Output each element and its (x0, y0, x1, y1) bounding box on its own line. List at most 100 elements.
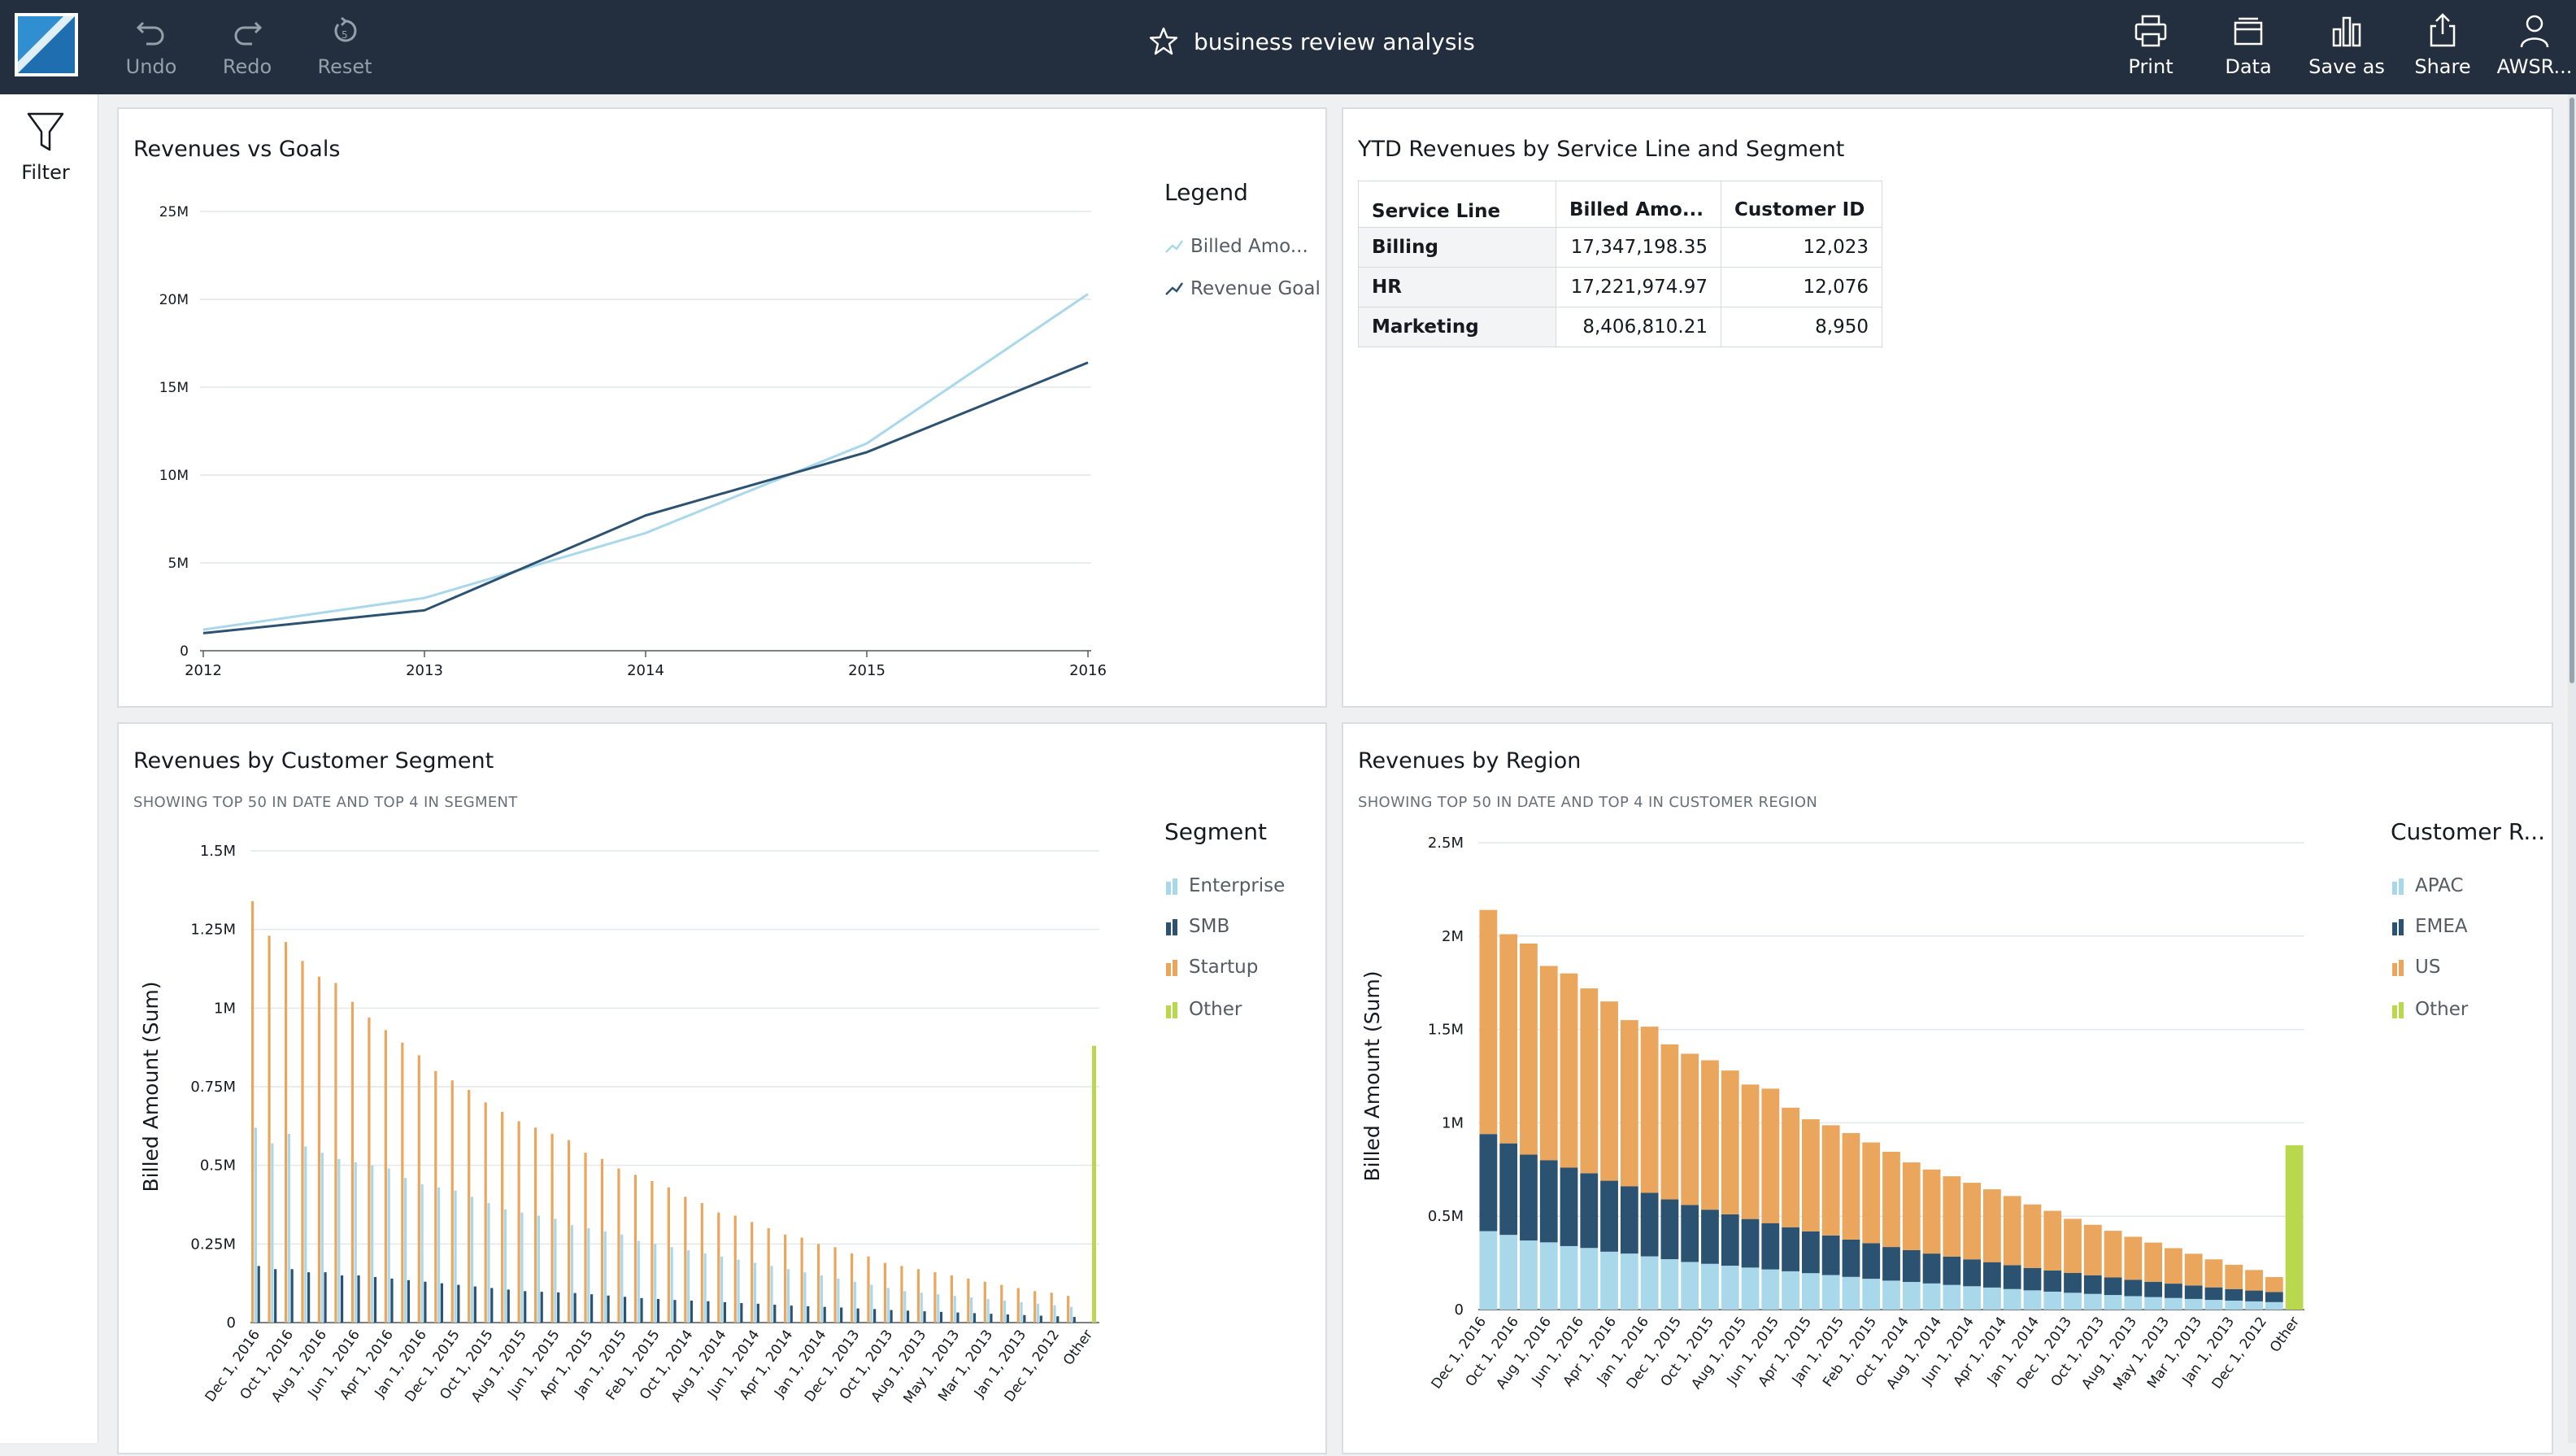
legend-item-revenue-goal[interactable]: Revenue Goal (1164, 278, 1321, 299)
y-tick-label: 0 (1455, 1301, 1464, 1319)
y-tick-label: 2M (1442, 928, 1464, 945)
bar-segment (2165, 1284, 2182, 1298)
reset-icon: 5 (334, 16, 357, 42)
scrollbar-thumb[interactable] (2569, 98, 2574, 683)
bar (317, 976, 321, 1323)
legend-item-smb[interactable]: SMB (1164, 916, 1229, 937)
reset-button[interactable]: 5 Reset (314, 11, 376, 85)
legend-item-us[interactable]: US (2391, 957, 2440, 978)
bar (700, 1203, 703, 1323)
bar (1000, 1284, 1003, 1323)
redo-button[interactable]: Redo (218, 11, 276, 85)
revenues-vs-goals-panel[interactable]: Revenues vs Goals 0 5M 10M 15M 20M 25M 2012 201… (117, 107, 1327, 708)
bar-segment (1580, 1173, 1599, 1249)
legend-item-enterprise[interactable]: Enterprise (1164, 875, 1285, 896)
bar-segment (1701, 1263, 1719, 1310)
revenues-by-region-panel[interactable]: Revenues by Region SHOWING TOP 50 IN DAT… (1342, 722, 2553, 1454)
bar-segment (2165, 1297, 2182, 1310)
table-row[interactable]: Billing 17,347,198.35 12,023 (1358, 227, 1882, 268)
bar-segment (1539, 1242, 1558, 1310)
bar-segment (1640, 1256, 1659, 1310)
bar-segment (1721, 1266, 1739, 1310)
region-stacked-bar-chart[interactable]: 00.5M1M1.5M2M2.5MBilled Amount (Sum)Dec … (1343, 724, 2552, 1456)
bar-segment (1701, 1210, 1719, 1264)
bar-segment (1660, 1044, 1679, 1200)
data-button[interactable]: Data (2220, 11, 2277, 85)
column-header[interactable]: Billed Amo... (1556, 181, 1721, 228)
undo-icon (136, 21, 164, 46)
bar-segment (2165, 1248, 2182, 1284)
legend-label: Billed Amo... (1190, 236, 1308, 257)
bar (707, 1301, 710, 1323)
account-button[interactable]: AWSR... (2497, 11, 2572, 85)
bar (1069, 1306, 1073, 1323)
y-tick-label: 1M (214, 1000, 236, 1017)
bar (654, 1244, 657, 1323)
legend-item-emea[interactable]: EMEA (2391, 916, 2468, 937)
ytd-revenues-panel[interactable]: YTD Revenues by Service Line and Segment… (1342, 107, 2553, 708)
bar (906, 1310, 910, 1323)
x-tick-label: 2012 (185, 662, 222, 679)
bar-segment (2003, 1288, 2021, 1310)
data-icon (2234, 17, 2263, 46)
ytd-pivot-table[interactable]: Service Line Billed Amo... Customer ID B… (1358, 181, 1882, 347)
bar-segment (1963, 1259, 1982, 1287)
table-row[interactable]: Marketing 8,406,810.21 8,950 (1358, 307, 1882, 347)
bar (320, 1153, 324, 1323)
bar (490, 1288, 494, 1323)
user-icon (2520, 15, 2549, 48)
table-row[interactable]: HR 17,221,974.97 12,076 (1358, 267, 1882, 307)
bar-segment (1782, 1271, 1799, 1310)
bar-segment (1479, 1231, 1498, 1310)
bar-legend-icon (2392, 1002, 2404, 1018)
bar (387, 1168, 390, 1323)
legend-item-startup[interactable]: Startup (1164, 957, 1258, 978)
bar-segment (1963, 1183, 1982, 1260)
bar-segment (2124, 1279, 2143, 1297)
bar-segment (2285, 1144, 2304, 1310)
bar (401, 1042, 404, 1323)
bar-segment (1821, 1125, 1840, 1236)
bar (573, 1293, 577, 1323)
share-button[interactable]: Share (2412, 11, 2474, 85)
legend-item-other[interactable]: Other (1164, 999, 1242, 1020)
left-rail: Filter (0, 94, 98, 1443)
print-button[interactable]: Print (2122, 11, 2179, 85)
bar (740, 1303, 743, 1323)
legend-item-other[interactable]: Other (2391, 999, 2468, 1020)
bar (756, 1303, 759, 1323)
bar-segment (1782, 1227, 1799, 1271)
bar-segment (1520, 1154, 1538, 1241)
undo-button[interactable]: Undo (122, 11, 181, 85)
app-logo[interactable] (15, 13, 78, 76)
bar (337, 1158, 341, 1323)
legend-item-billed-amount[interactable]: Billed Amo... (1164, 236, 1308, 257)
star-icon[interactable] (1148, 26, 1179, 57)
legend-label: Enterprise (1189, 875, 1286, 896)
bar (986, 1299, 990, 1323)
legend-item-apac[interactable]: APAC (2391, 875, 2464, 896)
revenues-by-segment-panel[interactable]: Revenues by Customer Segment SHOWING TOP… (117, 722, 1327, 1454)
bar (274, 1269, 277, 1323)
analysis-title[interactable]: business review analysis (1148, 26, 1475, 57)
bar-segment (2023, 1290, 2042, 1310)
bar (873, 1309, 877, 1323)
column-header[interactable]: Service Line (1358, 181, 1556, 228)
revenues-vs-goals-chart[interactable]: 0 5M 10M 15M 20M 25M 2012 2013 2014 2015 2016 (119, 109, 1325, 706)
bar (603, 1231, 607, 1323)
bar (1036, 1303, 1040, 1323)
bar (570, 1225, 573, 1323)
bar (470, 1197, 474, 1323)
bar (720, 1256, 724, 1323)
bar (567, 1140, 571, 1323)
filter-button[interactable]: Filter (0, 111, 91, 184)
bar (507, 1289, 510, 1323)
column-header[interactable]: Customer ID (1721, 181, 1882, 228)
bar-segment (1922, 1283, 1941, 1310)
bar-segment (1640, 1027, 1659, 1193)
save-as-button[interactable]: Save as (2308, 11, 2386, 85)
reset-label: Reset (317, 55, 372, 78)
legend-label: EMEA (2415, 916, 2468, 937)
bar (733, 1215, 737, 1323)
segment-bar-chart[interactable]: 0 0.25M 0.5M 0.75M 1M 1.25M 1.5M Billed Amount … (119, 724, 1325, 1456)
